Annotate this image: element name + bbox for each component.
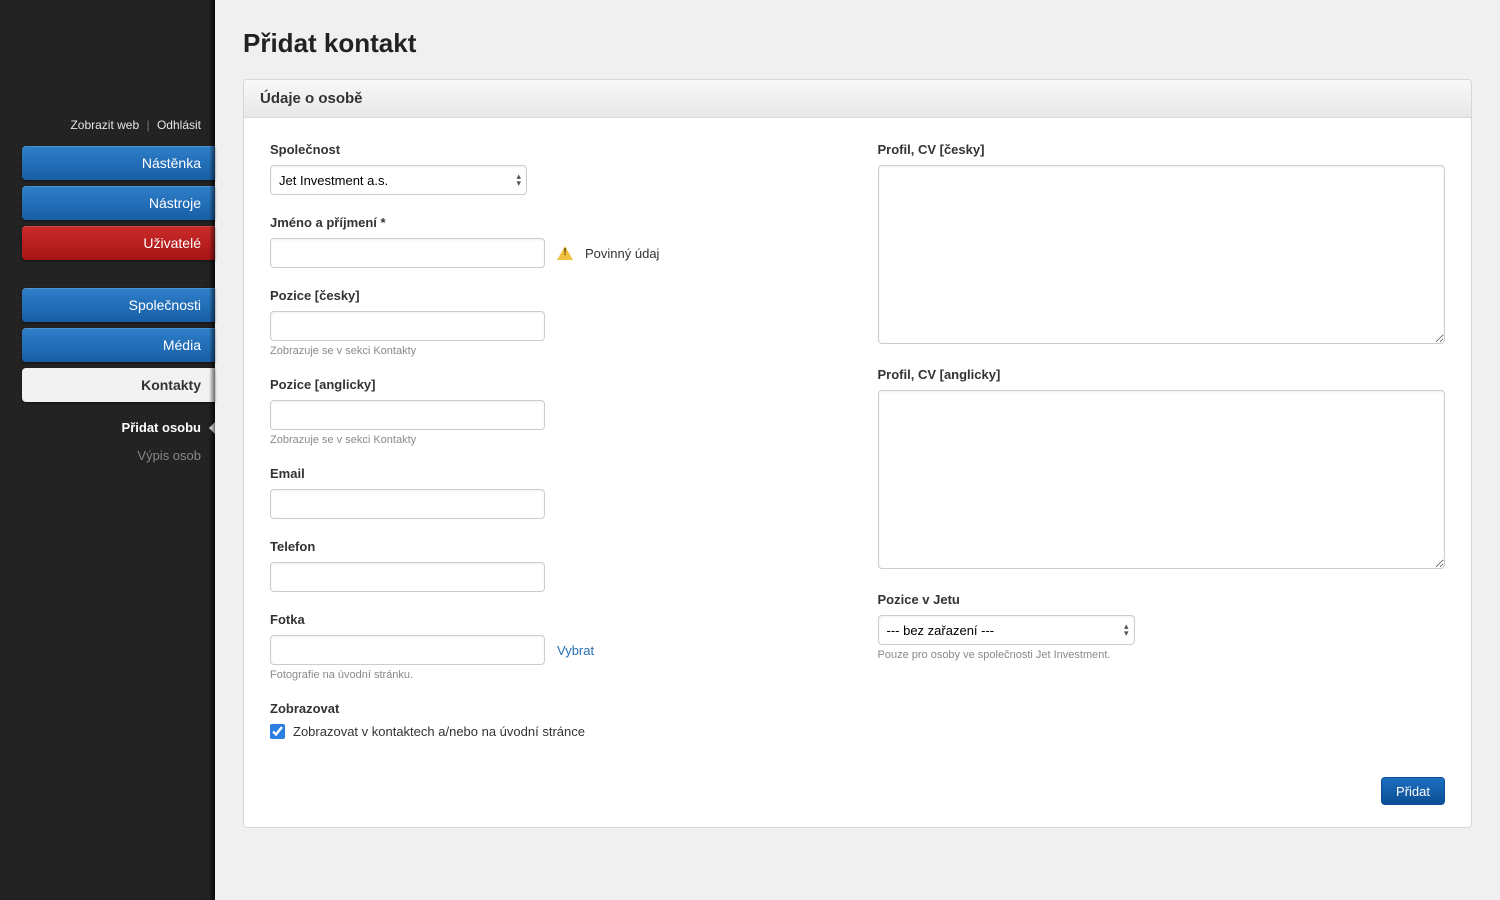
show-label: Zobrazovat xyxy=(270,701,838,716)
sidebar: Zobrazit web | Odhlásit Nástěnka Nástroj… xyxy=(0,0,215,900)
company-field: Společnost Jet Investment a.s. ▴▾ xyxy=(270,142,838,195)
jet-position-label: Pozice v Jetu xyxy=(878,592,1446,607)
subnav-add-person[interactable]: Přidat osobu xyxy=(0,414,201,442)
position-en-help: Zobrazuje se v sekci Kontakty xyxy=(270,434,838,446)
position-en-field: Pozice [anglicky] Zobrazuje se v sekci K… xyxy=(270,377,838,446)
jet-position-help: Pouze pro osoby ve společnosti Jet Inves… xyxy=(878,649,1446,661)
company-select-wrap: Jet Investment a.s. ▴▾ xyxy=(270,165,527,195)
panel-title: Údaje o osobě xyxy=(244,80,1471,118)
phone-label: Telefon xyxy=(270,539,838,554)
panel-footer: Přidat xyxy=(244,777,1471,827)
profile-cs-label: Profil, CV [česky] xyxy=(878,142,1446,157)
profile-en-field: Profil, CV [anglicky] xyxy=(878,367,1446,572)
contacts-subnav: Přidat osobu Výpis osob xyxy=(0,408,215,470)
email-field: Email xyxy=(270,466,838,519)
photo-label: Fotka xyxy=(270,612,838,627)
company-label: Společnost xyxy=(270,142,838,157)
photo-choose-button[interactable]: Vybrat xyxy=(557,643,594,658)
email-input[interactable] xyxy=(270,489,545,519)
name-field: Jméno a příjmení * Povinný údaj xyxy=(270,215,838,268)
show-field: Zobrazovat Zobrazovat v kontaktech a/neb… xyxy=(270,701,838,739)
separator: | xyxy=(143,118,154,132)
jet-position-field: Pozice v Jetu --- bez zařazení --- ▴▾ Po… xyxy=(878,592,1446,661)
nav-tools[interactable]: Nástroje xyxy=(22,186,215,220)
show-checkbox-label: Zobrazovat v kontaktech a/nebo na úvodní… xyxy=(293,724,585,739)
top-links: Zobrazit web | Odhlásit xyxy=(70,118,201,132)
person-panel: Údaje o osobě Společnost Jet Investment … xyxy=(243,79,1472,828)
nav-users[interactable]: Uživatelé xyxy=(22,226,215,260)
primary-nav: Nástěnka Nástroje Uživatelé Společnosti … xyxy=(0,146,215,470)
position-cs-help: Zobrazuje se v sekci Kontakty xyxy=(270,345,838,357)
position-cs-field: Pozice [česky] Zobrazuje se v sekci Kont… xyxy=(270,288,838,357)
profile-en-textarea[interactable] xyxy=(878,390,1446,569)
phone-input[interactable] xyxy=(270,562,545,592)
position-cs-input[interactable] xyxy=(270,311,545,341)
subnav-list-persons[interactable]: Výpis osob xyxy=(0,442,201,470)
profile-cs-textarea[interactable] xyxy=(878,165,1446,344)
logout-link[interactable]: Odhlásit xyxy=(157,118,201,132)
photo-help: Fotografie na úvodní stránku. xyxy=(270,669,838,681)
nav-dashboard[interactable]: Nástěnka xyxy=(22,146,215,180)
left-column: Společnost Jet Investment a.s. ▴▾ Jméno … xyxy=(270,142,838,759)
nav-media[interactable]: Média xyxy=(22,328,215,362)
position-cs-label: Pozice [česky] xyxy=(270,288,838,303)
panel-body: Společnost Jet Investment a.s. ▴▾ Jméno … xyxy=(244,118,1471,777)
required-text: Povinný údaj xyxy=(585,246,659,261)
name-input[interactable] xyxy=(270,238,545,268)
name-label: Jméno a příjmení * xyxy=(270,215,838,230)
photo-input[interactable] xyxy=(270,635,545,665)
position-en-label: Pozice [anglicky] xyxy=(270,377,838,392)
main: Přidat kontakt Údaje o osobě Společnost … xyxy=(215,0,1500,900)
profile-cs-field: Profil, CV [česky] xyxy=(878,142,1446,347)
photo-field: Fotka Vybrat Fotografie na úvodní stránk… xyxy=(270,612,838,681)
nav-companies[interactable]: Společnosti xyxy=(22,288,215,322)
jet-position-select-wrap: --- bez zařazení --- ▴▾ xyxy=(878,615,1135,645)
page-title: Přidat kontakt xyxy=(243,28,1472,59)
view-web-link[interactable]: Zobrazit web xyxy=(70,118,139,132)
position-en-input[interactable] xyxy=(270,400,545,430)
phone-field: Telefon xyxy=(270,539,838,592)
submit-button[interactable]: Přidat xyxy=(1381,777,1445,805)
company-select[interactable]: Jet Investment a.s. xyxy=(270,165,527,195)
jet-position-select[interactable]: --- bez zařazení --- xyxy=(878,615,1135,645)
show-checkbox[interactable] xyxy=(270,724,285,739)
profile-en-label: Profil, CV [anglicky] xyxy=(878,367,1446,382)
nav-contacts[interactable]: Kontakty xyxy=(22,368,215,402)
email-label: Email xyxy=(270,466,838,481)
right-column: Profil, CV [česky] Profil, CV [anglicky]… xyxy=(878,142,1446,759)
warning-icon xyxy=(557,246,573,260)
nav-group-2: Společnosti Média Kontakty Přidat osobu … xyxy=(0,288,215,470)
nav-group-1: Nástěnka Nástroje Uživatelé xyxy=(0,146,215,260)
